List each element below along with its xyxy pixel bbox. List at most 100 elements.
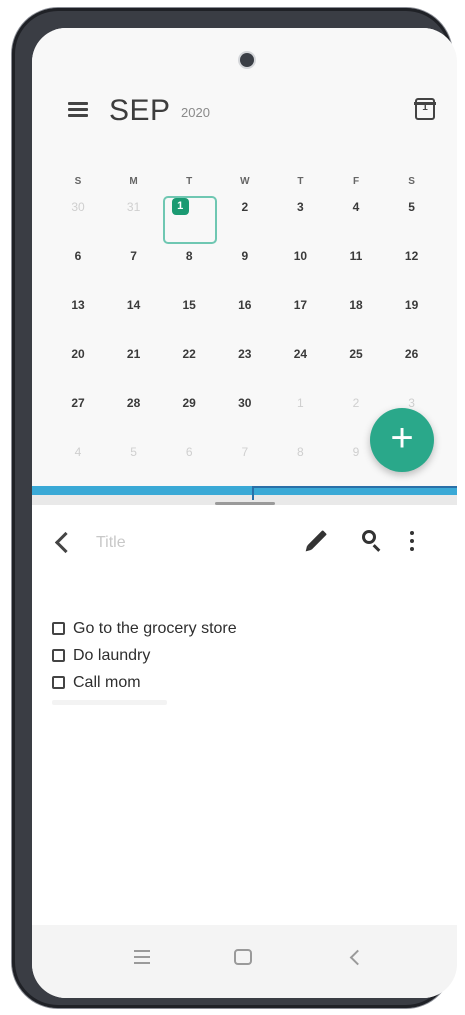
day-cell[interactable]: 6 [50, 237, 106, 289]
day-cell[interactable]: 29 [161, 384, 217, 436]
day-cell[interactable]: 5 [106, 433, 162, 485]
weekday-label: S [408, 176, 415, 187]
calendar-today-icon[interactable]: 1 [414, 98, 436, 120]
day-number: 1 [171, 198, 189, 215]
day-number: 12 [404, 249, 419, 263]
day-number: 9 [352, 445, 360, 459]
navigation-bar [32, 925, 457, 998]
day-cell[interactable]: 20 [50, 335, 106, 387]
search-icon[interactable] [362, 530, 376, 544]
day-number: 10 [293, 249, 308, 263]
day-cell-selected[interactable]: 1 [161, 188, 218, 244]
checklist-item[interactable]: Do laundry [52, 642, 432, 669]
day-cell[interactable]: 26 [384, 335, 440, 387]
checklist-item-label: Do laundry [73, 646, 151, 664]
day-number: 7 [130, 249, 137, 263]
day-number: 31 [126, 200, 141, 214]
day-cell[interactable]: 3 [272, 188, 328, 240]
day-number: 11 [349, 249, 363, 263]
day-number: 5 [408, 200, 415, 214]
callout-line [252, 486, 457, 488]
day-number: 24 [293, 347, 308, 361]
day-cell[interactable]: 10 [272, 237, 328, 289]
day-cell[interactable]: 4 [50, 433, 106, 485]
day-number: 29 [182, 396, 196, 410]
day-cell[interactable]: 8 [161, 237, 217, 289]
day-cell[interactable]: 22 [161, 335, 217, 387]
calendar-pane: SEP 2020 1 SMTWTFS 30 31 1 2 3 4 5 6 7 8 9 10 11 12 13… [32, 28, 457, 486]
checkbox[interactable] [52, 622, 65, 635]
day-cell[interactable]: 15 [161, 286, 217, 338]
checklist-item-label: Call mom [73, 673, 141, 691]
back-icon[interactable] [349, 949, 366, 966]
day-number: 30 [71, 200, 85, 214]
weekday-label: S [74, 176, 82, 187]
day-cell[interactable]: 23 [217, 335, 273, 387]
day-number: 8 [185, 249, 193, 263]
day-cell[interactable]: 7 [217, 433, 273, 485]
day-number: 25 [349, 347, 363, 361]
add-event-button[interactable]: + [370, 408, 434, 472]
day-cell[interactable]: 9 [217, 237, 273, 289]
day-cell[interactable]: 18 [328, 286, 384, 338]
day-number: 21 [126, 347, 141, 361]
day-cell[interactable]: 31 [106, 188, 162, 240]
day-number: 19 [404, 298, 419, 312]
weekday-label: M [129, 176, 138, 187]
day-cell[interactable]: 5 [384, 188, 440, 240]
day-number: 8 [297, 445, 304, 459]
day-number: 13 [71, 298, 85, 312]
day-number: 2 [352, 396, 360, 410]
checkbox[interactable] [52, 676, 65, 689]
pen-icon[interactable] [307, 530, 327, 550]
year-label: 2020 [181, 105, 210, 120]
day-cell[interactable]: 6 [161, 433, 217, 485]
day-cell[interactable]: 30 [50, 188, 106, 240]
day-cell[interactable]: 27 [50, 384, 106, 436]
weekday-label: T [186, 176, 193, 187]
checkbox[interactable] [52, 649, 65, 662]
day-number: 17 [293, 298, 308, 312]
day-cell[interactable]: 19 [384, 286, 440, 338]
hamburger-menu-icon[interactable] [66, 98, 90, 122]
day-cell[interactable]: 11 [328, 237, 384, 289]
day-number: 18 [349, 298, 363, 312]
day-cell[interactable]: 21 [106, 335, 162, 387]
day-cell[interactable]: 17 [272, 286, 328, 338]
day-cell[interactable]: 13 [50, 286, 106, 338]
day-cell[interactable]: 14 [106, 286, 162, 338]
day-cell[interactable]: 7 [106, 237, 162, 289]
day-cell[interactable]: 4 [328, 188, 384, 240]
recents-icon[interactable] [134, 948, 150, 966]
day-cell[interactable]: 8 [272, 433, 328, 485]
day-cell[interactable]: 30 [217, 384, 273, 436]
day-cell[interactable]: 2 [217, 188, 273, 240]
checklist: Go to the grocery store Do laundry Call mo… [52, 615, 432, 696]
day-cell[interactable]: 16 [217, 286, 273, 338]
note-title-input[interactable] [94, 529, 258, 557]
home-icon[interactable] [234, 949, 252, 965]
checklist-item[interactable]: Go to the grocery store [52, 615, 432, 642]
month-label[interactable]: SEP [109, 94, 171, 128]
day-cell[interactable]: 12 [384, 237, 440, 289]
day-number: 6 [74, 249, 82, 263]
day-cell[interactable]: 28 [106, 384, 162, 436]
chevron-left-icon[interactable] [54, 531, 77, 554]
weekday-label: T [297, 176, 304, 187]
day-number: 1 [297, 396, 304, 410]
day-number: 16 [238, 298, 252, 312]
day-number: 26 [404, 347, 419, 361]
screen: SEP 2020 1 SMTWTFS 30 31 1 2 3 4 5 6 7 8 9 10 11 12 13… [32, 28, 457, 998]
weekday-label: W [240, 176, 250, 187]
day-cell[interactable]: 24 [272, 335, 328, 387]
more-vertical-icon[interactable] [410, 531, 414, 551]
notes-toolbar [32, 525, 457, 565]
checklist-item[interactable]: Call mom [52, 669, 432, 696]
day-cell[interactable]: 1 [272, 384, 328, 436]
day-number: 5 [130, 445, 137, 459]
checklist-item-label: Go to the grocery store [73, 619, 237, 637]
weekday-label: F [352, 176, 360, 187]
callout-line-drop [252, 486, 254, 500]
day-cell[interactable]: 25 [328, 335, 384, 387]
day-number: 30 [238, 396, 252, 410]
